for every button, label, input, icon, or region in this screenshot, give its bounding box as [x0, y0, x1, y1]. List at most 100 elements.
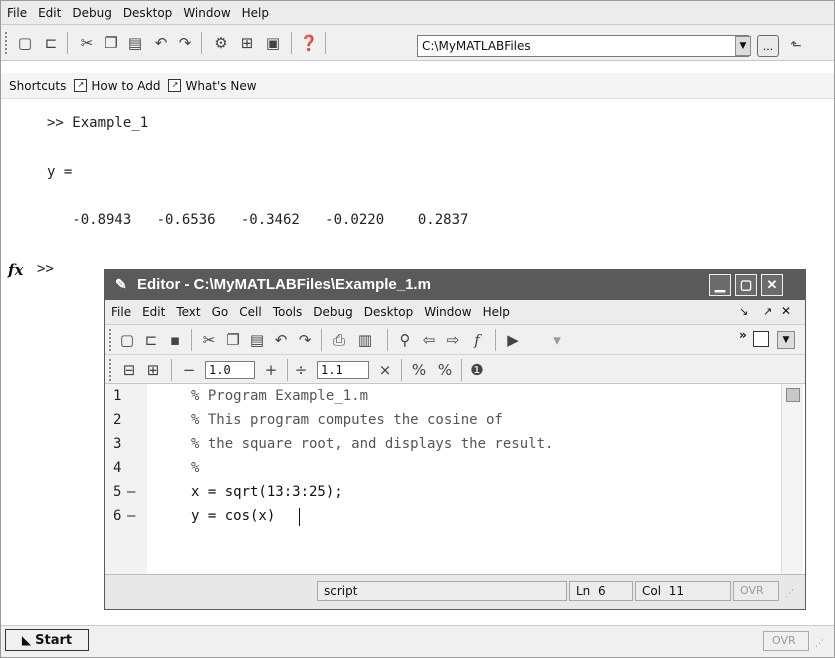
stack-dropdown-icon[interactable]: ▾	[547, 330, 567, 350]
open-file-icon[interactable]: ⊏	[41, 33, 61, 53]
function-browser-icon[interactable]: fx	[8, 261, 23, 279]
cell-value-field-2[interactable]: 1.1	[317, 361, 369, 379]
line-number: 2	[113, 412, 122, 428]
run-icon[interactable]: ▶	[503, 330, 523, 350]
cut-icon[interactable]: ✂	[199, 330, 219, 350]
toolbar-grip[interactable]	[109, 359, 114, 381]
shortcut-whats-new[interactable]: What's New	[185, 79, 256, 93]
code-line[interactable]: y = cos(x)	[191, 508, 275, 524]
forward-arrow-icon[interactable]: ⇨	[443, 330, 463, 350]
editor-menu-cell[interactable]: Cell	[239, 305, 261, 319]
code-line[interactable]: %	[191, 460, 199, 476]
code-line[interactable]: % the square root, and displays the resu…	[191, 436, 553, 452]
start-icon: ◣	[21, 633, 32, 647]
editor-menu-tools[interactable]: Tools	[273, 305, 303, 319]
paste-icon[interactable]: ▤	[247, 330, 267, 350]
code-line[interactable]: % This program computes the cosine of	[191, 412, 503, 428]
menu-help[interactable]: Help	[242, 6, 269, 20]
editor-menu-debug[interactable]: Debug	[313, 305, 352, 319]
chevron-down-icon[interactable]: ▼	[777, 331, 795, 349]
editor-menu-file[interactable]: File	[111, 305, 131, 319]
menu-edit[interactable]: Edit	[38, 6, 61, 20]
redo-icon[interactable]: ↷	[175, 33, 195, 53]
close-icon[interactable]: ✕	[761, 274, 783, 296]
new-file-icon[interactable]: ▢	[117, 330, 137, 350]
dock-icon[interactable]: ↗	[763, 305, 772, 318]
editor-menu-go[interactable]: Go	[212, 305, 229, 319]
command-output-label: y =	[47, 164, 73, 180]
undock-icon[interactable]: ↘	[739, 305, 748, 318]
more-tools-icon[interactable]: »	[739, 328, 747, 342]
insert-cell-icon[interactable]: ⊟	[119, 360, 139, 380]
back-arrow-icon[interactable]: ⇦	[419, 330, 439, 350]
editor-menu-edit[interactable]: Edit	[142, 305, 165, 319]
vertical-scrollbar[interactable]	[781, 384, 803, 574]
start-button[interactable]: ◣ Start	[5, 629, 89, 651]
copy-icon[interactable]: ❐	[223, 330, 243, 350]
editor-menu-window[interactable]: Window	[424, 305, 471, 319]
menu-window[interactable]: Window	[183, 6, 230, 20]
print-icon[interactable]: ⎙	[329, 330, 349, 350]
line-number: 3	[113, 436, 122, 452]
command-prompt[interactable]: >>	[37, 261, 54, 277]
undo-icon[interactable]: ↶	[151, 33, 171, 53]
menu-file[interactable]: File	[7, 6, 27, 20]
toolbar-grip[interactable]	[109, 329, 114, 351]
toolbar-grip[interactable]	[5, 32, 10, 54]
shortcut-how-to-add[interactable]: How to Add	[91, 79, 160, 93]
current-directory-field[interactable]: C:\MyMATLABFiles	[417, 35, 749, 57]
chevron-down-icon[interactable]: ▼	[735, 36, 751, 56]
layout-checkbox[interactable]	[753, 331, 769, 347]
copy-icon[interactable]: ❐	[101, 33, 121, 53]
comment-icon[interactable]: %	[409, 360, 429, 380]
increment-icon[interactable]: +	[261, 360, 281, 380]
maximize-icon[interactable]: ▢	[735, 274, 757, 296]
shortcuts-label[interactable]: Shortcuts	[9, 79, 66, 93]
open-file-icon[interactable]: ⊏	[141, 330, 161, 350]
resize-grip-icon[interactable]: ⋰	[785, 589, 794, 599]
editor-menu-desktop[interactable]: Desktop	[364, 305, 414, 319]
breakpoint-marker[interactable]: –	[127, 508, 135, 524]
breakpoint-marker[interactable]: –	[127, 484, 135, 500]
editor-title-bar[interactable]: ✎ Editor - C:\MyMATLABFiles\Example_1.m …	[105, 270, 805, 300]
help-icon[interactable]: ❓	[299, 33, 319, 53]
paste-icon[interactable]: ▤	[125, 33, 145, 53]
resize-grip-icon[interactable]: ⋰	[815, 639, 824, 649]
code-editor-area[interactable]: 1 % Program Example_1.m 2 % This program…	[105, 384, 805, 574]
simulink-icon[interactable]: ⚙	[211, 33, 231, 53]
toolbar-separator	[191, 329, 192, 351]
code-line[interactable]: % Program Example_1.m	[191, 388, 368, 404]
browse-folder-button[interactable]: ...	[757, 35, 779, 57]
redo-icon[interactable]: ↷	[295, 330, 315, 350]
new-file-icon[interactable]: ▢	[15, 33, 35, 53]
info-icon[interactable]: ❶	[467, 360, 487, 380]
editor-close-icon[interactable]: ✕	[781, 304, 791, 318]
cell-divider-icon[interactable]: ⊞	[143, 360, 163, 380]
code-line[interactable]: x = sqrt(13:3:25);	[191, 484, 343, 500]
toolbar-separator	[321, 329, 322, 351]
divide-icon[interactable]: ÷	[291, 360, 311, 380]
save-icon[interactable]: ▪	[165, 330, 185, 350]
undo-icon[interactable]: ↶	[271, 330, 291, 350]
function-icon[interactable]: f	[467, 330, 487, 350]
multiply-icon[interactable]: ×	[375, 360, 395, 380]
minimize-icon[interactable]: ▁	[709, 274, 731, 296]
line-value: 6	[597, 584, 606, 598]
find-icon[interactable]: ⚲	[395, 330, 415, 350]
menu-debug[interactable]: Debug	[72, 6, 111, 20]
up-folder-icon[interactable]: ⬑	[787, 37, 805, 55]
menu-desktop[interactable]: Desktop	[123, 6, 173, 20]
publish-icon[interactable]: ▥	[355, 330, 375, 350]
line-number: 6	[113, 508, 122, 524]
decrement-icon[interactable]: −	[179, 360, 199, 380]
cell-value-field-1[interactable]: 1.0	[205, 361, 255, 379]
editor-menu-help[interactable]: Help	[483, 305, 510, 319]
guide-icon[interactable]: ⊞	[237, 33, 257, 53]
uncomment-icon[interactable]: %	[435, 360, 455, 380]
cut-icon[interactable]: ✂	[77, 33, 97, 53]
profiler-icon[interactable]: ▣	[263, 33, 283, 53]
editor-menu-text[interactable]: Text	[176, 305, 200, 319]
scrollbar-thumb[interactable]	[786, 388, 800, 402]
matlab-main-window: File Edit Debug Desktop Window Help ▢ ⊏ …	[0, 0, 835, 658]
column-status: Col 11	[635, 581, 731, 601]
